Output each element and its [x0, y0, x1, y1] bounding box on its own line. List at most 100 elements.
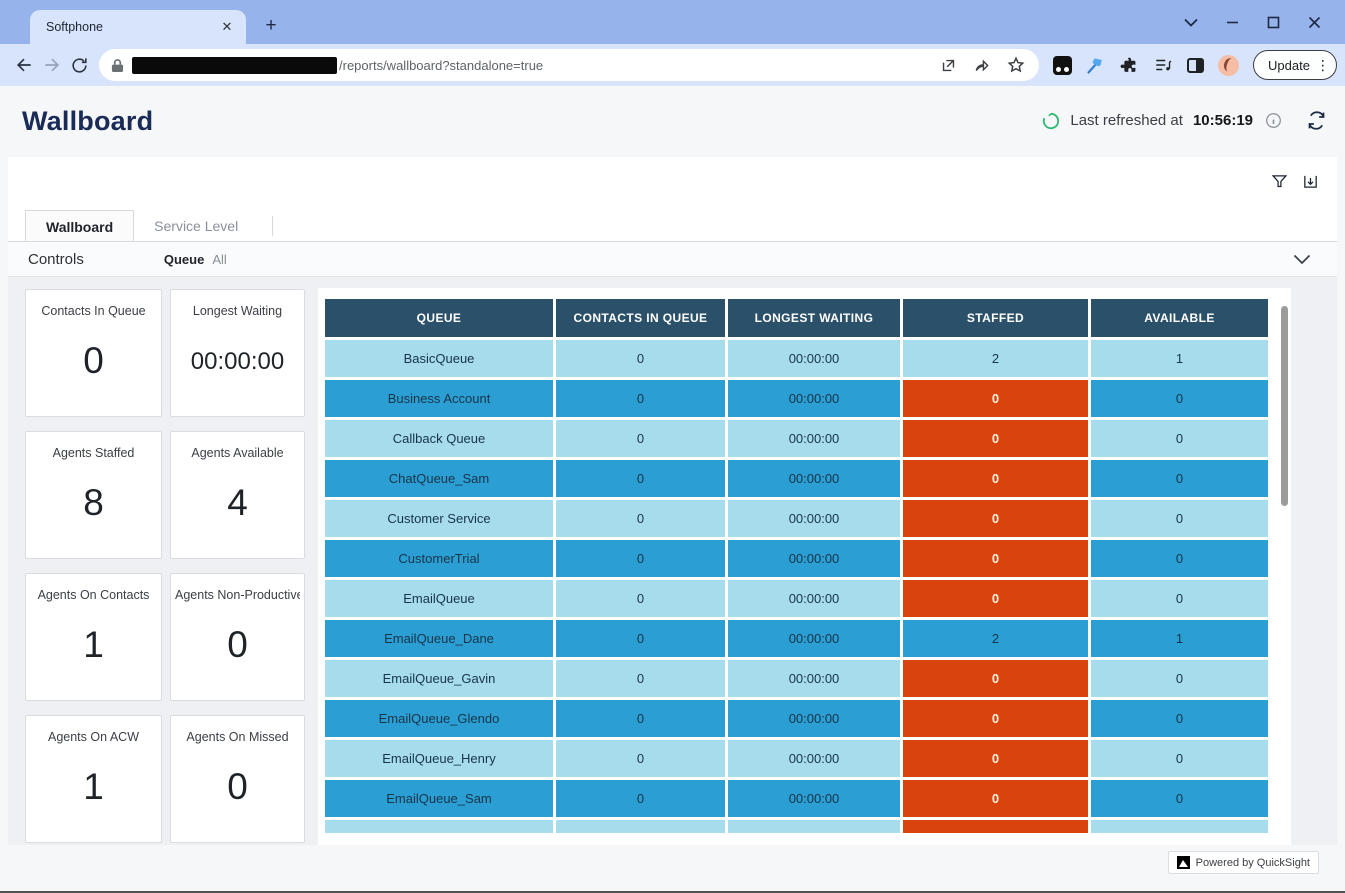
extensions-puzzle-icon[interactable]	[1120, 56, 1139, 75]
tab-title: Softphone	[46, 20, 218, 34]
cell-available[interactable]: 0	[1091, 660, 1268, 697]
cell-staffed[interactable]: 2	[903, 620, 1088, 657]
cell-staffed[interactable]: 0	[903, 740, 1088, 777]
side-panel-icon[interactable]	[1187, 58, 1204, 73]
cell-staffed[interactable]: 0	[903, 780, 1088, 817]
controls-collapse-chevron-icon[interactable]	[1293, 254, 1311, 265]
forward-button[interactable]	[42, 51, 62, 79]
share-icon[interactable]	[973, 57, 991, 74]
extension-dark-square-icon[interactable]	[1053, 56, 1072, 75]
cell-available[interactable]: 0	[1091, 740, 1268, 777]
cell-contacts_in_queue[interactable]: 0	[556, 420, 725, 457]
cell-staffed[interactable]: 0	[903, 700, 1088, 737]
profile-avatar[interactable]	[1218, 55, 1239, 76]
back-button[interactable]	[14, 51, 34, 79]
cell-queue[interactable]: Callback Queue	[325, 420, 553, 457]
new-tab-button[interactable]: +	[258, 13, 284, 39]
cell-longest_waiting[interactable]: 00:00:00	[728, 820, 900, 833]
cell-longest_waiting[interactable]: 00:00:00	[728, 460, 900, 497]
cell-contacts_in_queue[interactable]: 0	[556, 380, 725, 417]
queue-filter-control[interactable]: Queue All	[164, 252, 227, 267]
cell-available[interactable]: 0	[1091, 540, 1268, 577]
page-title: Wallboard	[22, 106, 153, 137]
cell-contacts_in_queue[interactable]: 0	[556, 780, 725, 817]
browser-menu-kebab-icon[interactable]: ⋮	[1316, 60, 1330, 70]
cell-contacts_in_queue[interactable]: 0	[556, 660, 725, 697]
cell-contacts_in_queue[interactable]: 0	[556, 540, 725, 577]
cell-longest_waiting[interactable]: 00:00:00	[728, 620, 900, 657]
chrome-update-button[interactable]: Update ⋮	[1253, 50, 1337, 80]
export-icon[interactable]	[1302, 173, 1319, 190]
cell-queue[interactable]: EmailQueue_Gavin	[325, 660, 553, 697]
cell-available[interactable]: 0	[1091, 420, 1268, 457]
cell-staffed[interactable]: 0	[903, 540, 1088, 577]
cell-contacts_in_queue[interactable]: 0	[556, 740, 725, 777]
cell-staffed[interactable]: 0	[903, 420, 1088, 457]
cell-longest_waiting[interactable]: 00:00:00	[728, 580, 900, 617]
cell-available[interactable]: 0	[1091, 780, 1268, 817]
cell-staffed[interactable]: 0	[903, 660, 1088, 697]
cell-contacts_in_queue[interactable]: 0	[556, 340, 725, 377]
tab-close-icon[interactable]: ✕	[218, 18, 236, 36]
cell-longest_waiting[interactable]: 00:00:00	[728, 780, 900, 817]
cell-available[interactable]: 0	[1091, 580, 1268, 617]
cell-staffed[interactable]: 0	[903, 460, 1088, 497]
cell-queue[interactable]: Business Account	[325, 380, 553, 417]
cell-contacts_in_queue[interactable]: 0	[556, 460, 725, 497]
cell-available[interactable]: 1	[1091, 620, 1268, 657]
bookmark-star-icon[interactable]	[1007, 56, 1025, 74]
quicksight-badge[interactable]: Powered by QuickSight	[1168, 851, 1319, 874]
cell-queue[interactable]: EmailQueue	[325, 580, 553, 617]
cell-contacts_in_queue[interactable]: 0	[556, 620, 725, 657]
info-icon[interactable]	[1265, 112, 1282, 129]
cell-queue[interactable]: EmailQueue_Glendo	[325, 700, 553, 737]
refresh-button[interactable]	[1306, 110, 1327, 131]
cell-queue[interactable]: ChatQueue_Sam	[325, 460, 553, 497]
reload-button[interactable]	[70, 51, 89, 79]
window-minimize-button[interactable]	[1226, 16, 1239, 29]
tab-wallboard[interactable]: Wallboard	[25, 210, 134, 242]
cell-longest_waiting[interactable]: 00:00:00	[728, 420, 900, 457]
cell-longest_waiting[interactable]: 00:00:00	[728, 540, 900, 577]
cell-available[interactable]: 0	[1091, 700, 1268, 737]
cell-queue[interactable]: Customer Service	[325, 500, 553, 537]
window-close-button[interactable]	[1308, 16, 1321, 29]
cell-staffed[interactable]: 0	[903, 500, 1088, 537]
cell-available[interactable]: 1	[1091, 340, 1268, 377]
browser-tab-softphone[interactable]: Softphone ✕	[30, 10, 246, 44]
cell-queue[interactable]: CustomerTrial	[325, 540, 553, 577]
cell-longest_waiting[interactable]: 00:00:00	[728, 700, 900, 737]
cell-contacts_in_queue[interactable]: 0	[556, 700, 725, 737]
reading-list-icon[interactable]	[1153, 56, 1173, 74]
cell-queue[interactable]: EmailQueue_Sam	[325, 780, 553, 817]
window-maximize-button[interactable]	[1267, 16, 1280, 29]
open-in-new-icon[interactable]	[940, 57, 957, 74]
cell-longest_waiting[interactable]: 00:00:00	[728, 660, 900, 697]
tab-service-level[interactable]: Service Level	[134, 210, 258, 242]
cell-queue[interactable]: EmailQueue_Dane	[325, 620, 553, 657]
cell-queue[interactable]: BasicQueue	[325, 340, 553, 377]
cell-contacts_in_queue[interactable]: 0	[556, 580, 725, 617]
cell-queue[interactable]: EmailQueue_Tom	[325, 820, 553, 833]
tab-search-chevron-icon[interactable]	[1184, 18, 1198, 27]
filter-icon[interactable]	[1271, 173, 1288, 190]
extension-axe-icon[interactable]	[1086, 55, 1106, 75]
cell-queue[interactable]: EmailQueue_Henry	[325, 740, 553, 777]
cell-longest_waiting[interactable]: 00:00:00	[728, 500, 900, 537]
cell-contacts_in_queue[interactable]: 0	[556, 500, 725, 537]
address-bar[interactable]: /reports/wallboard?standalone=true	[99, 49, 1039, 81]
cell-longest_waiting[interactable]: 00:00:00	[728, 380, 900, 417]
cell-longest_waiting[interactable]: 00:00:00	[728, 340, 900, 377]
table-scrollbar-thumb[interactable]	[1281, 306, 1288, 506]
cell-staffed[interactable]: 0	[903, 380, 1088, 417]
cell-staffed[interactable]: 2	[903, 340, 1088, 377]
cell-longest_waiting[interactable]: 00:00:00	[728, 740, 900, 777]
cell-available[interactable]: 0	[1091, 500, 1268, 537]
cell-available[interactable]: 0	[1091, 820, 1268, 833]
cell-available[interactable]: 0	[1091, 380, 1268, 417]
cell-staffed[interactable]: 0	[903, 580, 1088, 617]
cell-staffed[interactable]: 0	[903, 820, 1088, 833]
kpi-value: 1	[26, 766, 161, 808]
cell-contacts_in_queue[interactable]: 0	[556, 820, 725, 833]
cell-available[interactable]: 0	[1091, 460, 1268, 497]
